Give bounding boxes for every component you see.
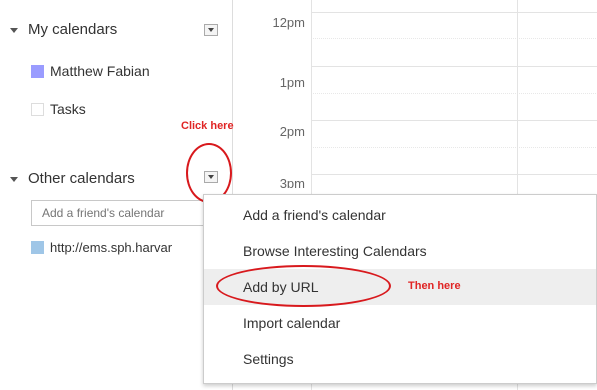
calendar-item-tasks[interactable]: Tasks [31, 101, 86, 117]
my-calendars-dropdown-button[interactable] [204, 24, 218, 36]
half-hour-line [311, 93, 597, 94]
annotation-then-here: Then here [408, 280, 461, 292]
calendar-item-matthew-fabian[interactable]: Matthew Fabian [31, 63, 150, 79]
hour-line [311, 120, 597, 121]
calendar-item-ems-url[interactable]: http://ems.sph.harvar [31, 240, 172, 255]
annotation-click-here: Click here [181, 120, 234, 132]
my-calendars-header[interactable]: My calendars [10, 21, 117, 38]
time-label-12pm: 12pm [272, 15, 305, 30]
hour-line [311, 174, 597, 175]
time-label-1pm: 1pm [279, 75, 305, 90]
half-hour-line [311, 38, 597, 39]
collapse-triangle-icon [10, 176, 18, 182]
other-calendars-title: Other calendars [28, 170, 135, 187]
hour-line [311, 66, 597, 67]
menu-item-import-calendar[interactable]: Import calendar [204, 305, 596, 341]
other-calendars-header[interactable]: Other calendars [10, 170, 135, 187]
chevron-down-icon [208, 28, 214, 32]
my-calendars-title: My calendars [28, 21, 118, 38]
menu-item-settings[interactable]: Settings [204, 341, 596, 377]
menu-item-add-friends-calendar[interactable]: Add a friend's calendar [204, 197, 596, 233]
time-label-3pm: 3pm [279, 176, 305, 188]
hour-line [311, 12, 597, 13]
time-label-2pm: 2pm [279, 124, 305, 139]
calendar-item-label: Matthew Fabian [50, 63, 150, 79]
calendar-color-swatch [31, 102, 44, 116]
collapse-triangle-icon [10, 27, 18, 33]
add-friend-calendar-input[interactable] [31, 200, 221, 226]
calendar-color-swatch [31, 64, 44, 78]
half-hour-line [311, 147, 597, 148]
calendar-item-label: http://ems.sph.harvar [50, 240, 173, 255]
annotation-ellipse [216, 265, 391, 307]
menu-item-browse-interesting-calendars[interactable]: Browse Interesting Calendars [204, 233, 596, 269]
calendar-item-label: Tasks [50, 101, 86, 117]
calendar-color-swatch [31, 241, 44, 254]
